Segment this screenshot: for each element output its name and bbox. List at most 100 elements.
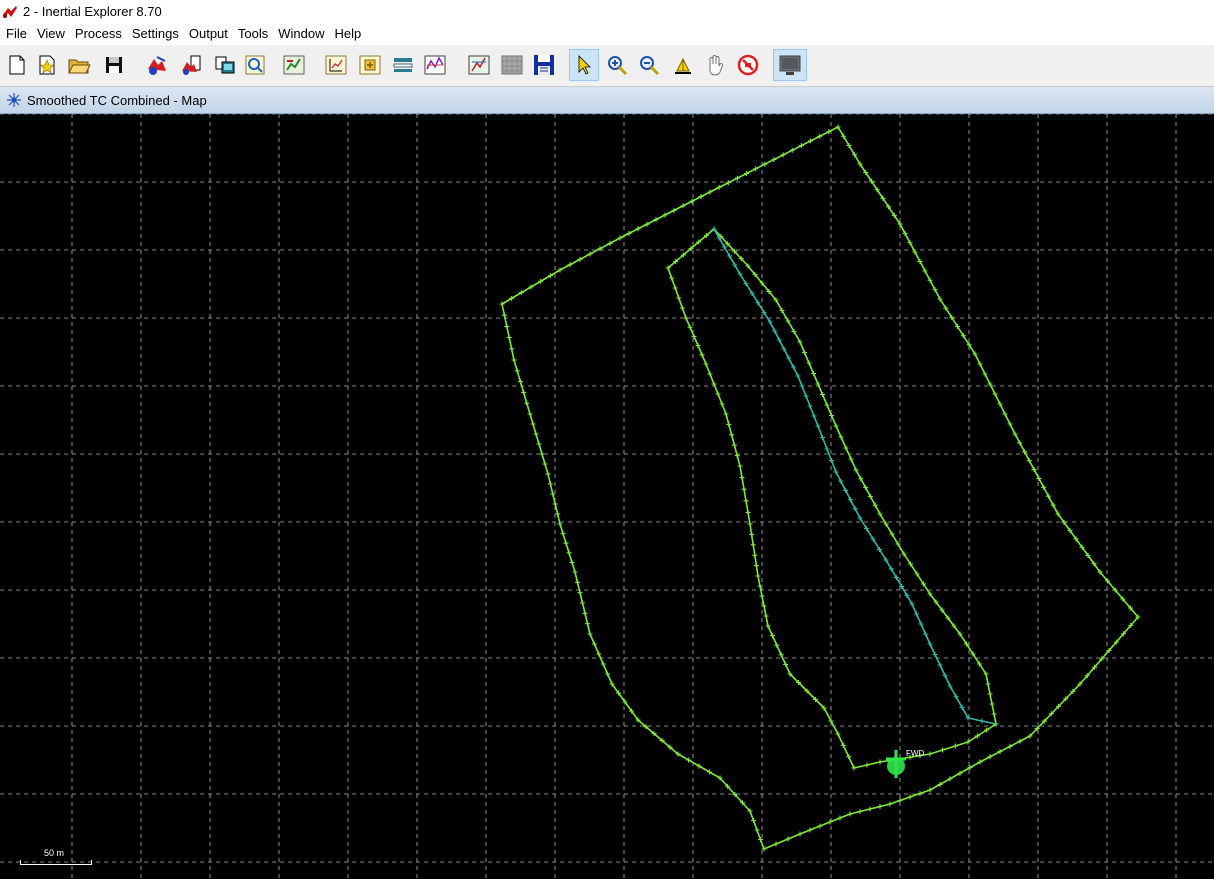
grid-plot-icon bbox=[424, 55, 446, 75]
track-epoch bbox=[582, 610, 588, 616]
track-epoch bbox=[577, 590, 583, 596]
menu-output[interactable]: Output bbox=[184, 23, 233, 45]
track-epoch bbox=[989, 701, 995, 707]
track-epoch bbox=[811, 413, 817, 419]
pan-hand-button[interactable] bbox=[702, 51, 728, 79]
track-epoch bbox=[754, 827, 760, 833]
track-epoch bbox=[514, 368, 520, 374]
menu-settings[interactable]: Settings bbox=[127, 23, 184, 45]
combine-icon bbox=[215, 56, 235, 74]
track-epoch bbox=[750, 542, 756, 548]
open-project-button[interactable] bbox=[34, 51, 60, 79]
track-epoch bbox=[765, 623, 771, 629]
track-epoch bbox=[723, 411, 729, 417]
export-button[interactable] bbox=[323, 51, 349, 79]
track-epoch bbox=[864, 762, 870, 768]
monitor-button[interactable] bbox=[773, 49, 807, 81]
select-cursor-button[interactable] bbox=[569, 49, 599, 81]
track-epoch bbox=[669, 275, 675, 281]
track-epoch bbox=[580, 600, 585, 606]
list-button[interactable] bbox=[390, 51, 416, 79]
save-icon bbox=[106, 57, 122, 73]
track-epoch bbox=[530, 421, 536, 427]
track-epoch bbox=[726, 421, 732, 427]
track-epoch bbox=[729, 432, 735, 438]
process-tc-button[interactable] bbox=[178, 51, 204, 79]
scale-label: 50 m bbox=[44, 848, 65, 858]
toolbar bbox=[0, 45, 1214, 87]
measure-button[interactable] bbox=[670, 51, 696, 79]
track-epoch bbox=[807, 403, 813, 409]
track-epoch bbox=[829, 458, 834, 463]
track-epoch bbox=[857, 809, 863, 814]
track-epoch bbox=[917, 791, 923, 796]
track-epoch bbox=[506, 335, 512, 341]
track-epoch bbox=[778, 652, 784, 658]
map-plot-button[interactable] bbox=[466, 51, 492, 79]
track-epoch bbox=[524, 400, 530, 406]
track-epoch bbox=[848, 456, 854, 462]
track-epoch bbox=[511, 357, 517, 363]
grid-plot-button[interactable] bbox=[422, 51, 448, 79]
track-epoch bbox=[527, 411, 533, 417]
track-epoch bbox=[752, 552, 758, 558]
compute-icon bbox=[245, 55, 265, 75]
track-epoch bbox=[820, 392, 825, 397]
menu-window[interactable]: Window bbox=[273, 23, 329, 45]
track-epoch bbox=[817, 823, 823, 829]
track-epoch bbox=[985, 681, 991, 687]
process-gnss-icon bbox=[148, 56, 166, 75]
track-epoch bbox=[867, 806, 873, 812]
grey-plot-button[interactable] bbox=[499, 51, 525, 79]
track-epoch bbox=[743, 498, 749, 504]
track-epoch bbox=[542, 461, 548, 467]
track-epoch bbox=[504, 323, 510, 329]
menu-view[interactable]: View bbox=[32, 23, 70, 45]
track-epoch bbox=[877, 804, 883, 809]
track-epoch bbox=[699, 352, 705, 358]
window-title: 2 - Inertial Explorer 8.70 bbox=[23, 4, 162, 19]
track-epoch bbox=[797, 831, 803, 837]
track-epoch bbox=[837, 815, 843, 821]
open-project-icon bbox=[39, 55, 55, 75]
menu-file[interactable]: File bbox=[0, 23, 32, 45]
output-button[interactable] bbox=[357, 51, 383, 79]
track-epoch bbox=[907, 794, 913, 800]
track-epoch bbox=[560, 531, 566, 537]
track-epoch bbox=[952, 743, 958, 749]
track-epoch bbox=[687, 324, 693, 330]
compute-button[interactable] bbox=[242, 51, 268, 79]
zoom-in-button[interactable] bbox=[604, 51, 630, 79]
map-canvas[interactable]: FWD 50 m bbox=[0, 114, 1214, 879]
track-epoch bbox=[847, 811, 853, 817]
track-epoch bbox=[550, 491, 556, 497]
zoom-out-button[interactable] bbox=[636, 51, 662, 79]
track-epoch bbox=[703, 361, 709, 367]
track-epoch bbox=[533, 431, 539, 437]
track-epoch bbox=[806, 360, 812, 366]
list-icon bbox=[393, 58, 413, 72]
combine-button[interactable] bbox=[212, 51, 238, 79]
process-gnss-button[interactable] bbox=[144, 51, 170, 79]
plot-button[interactable] bbox=[281, 51, 307, 79]
disk-button[interactable] bbox=[531, 51, 557, 79]
track-epoch bbox=[591, 641, 597, 647]
menu-tools[interactable]: Tools bbox=[233, 23, 273, 45]
new-file-button[interactable] bbox=[4, 51, 30, 79]
track-epoch bbox=[569, 559, 575, 565]
track-epoch bbox=[887, 801, 893, 807]
menu-help[interactable]: Help bbox=[330, 23, 367, 45]
save-button[interactable] bbox=[101, 51, 127, 79]
track-epoch bbox=[563, 540, 569, 546]
track-epoch bbox=[914, 611, 919, 617]
menu-process[interactable]: Process bbox=[70, 23, 127, 45]
track-epoch bbox=[521, 389, 527, 395]
no-entry-button[interactable] bbox=[735, 51, 761, 79]
track-epoch bbox=[811, 371, 816, 376]
track-epoch bbox=[676, 295, 682, 301]
track-epoch bbox=[719, 401, 725, 407]
map-window-icon bbox=[7, 93, 21, 107]
track-epoch bbox=[751, 818, 756, 823]
open-folder-button[interactable] bbox=[66, 51, 92, 79]
map-plot[interactable]: FWD bbox=[0, 114, 1214, 879]
